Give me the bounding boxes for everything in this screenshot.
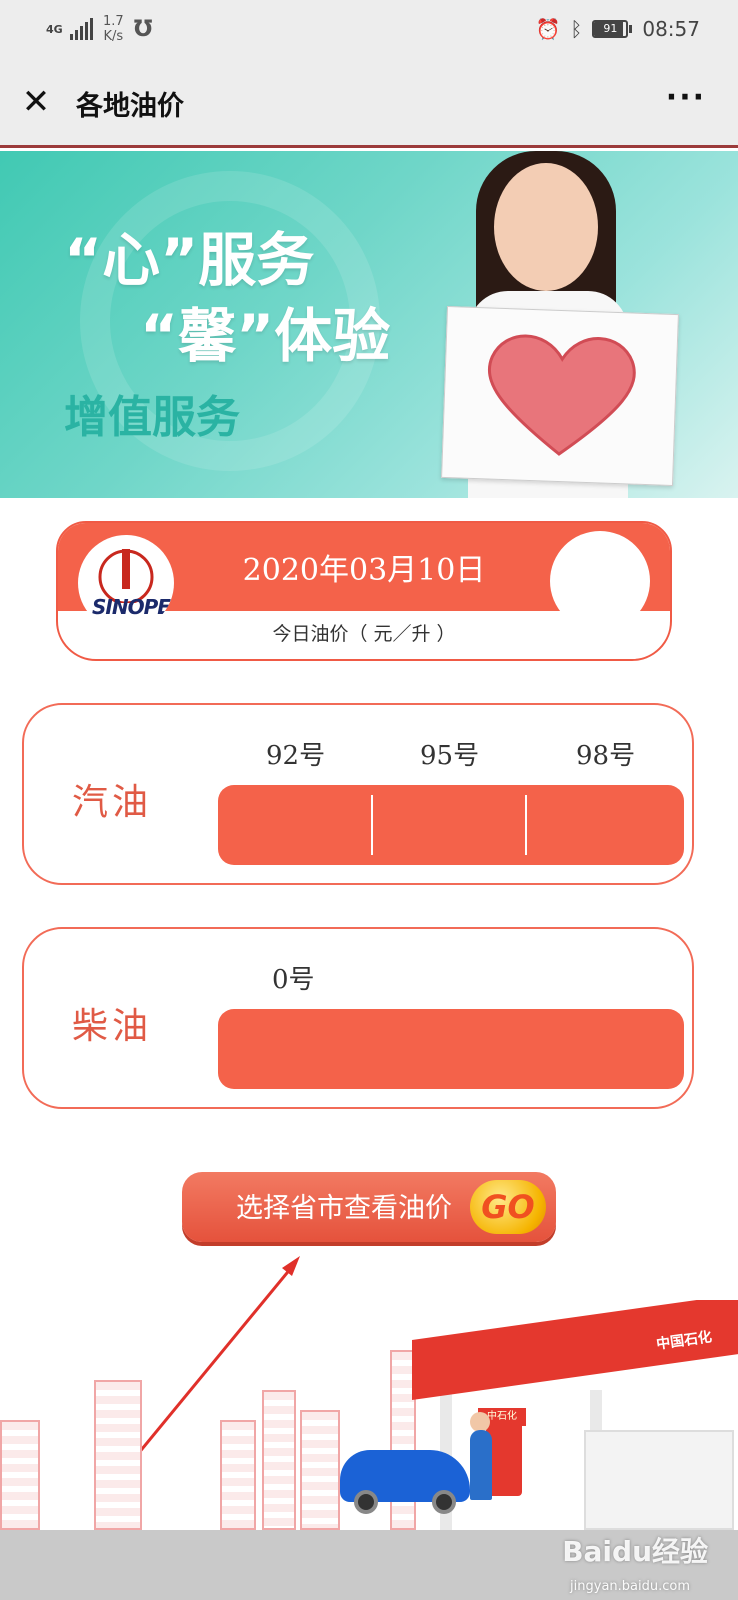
station-canopy: [412, 1300, 738, 1400]
select-region-label: 选择省市查看油价: [236, 1193, 452, 1224]
sinopec-logo: SINOPEC: [78, 535, 174, 631]
status-left: 4G 1.7 K/s Ʊ: [46, 14, 152, 44]
watermark-url: jingyan.baidu.com: [570, 1579, 690, 1594]
signal-icon: [70, 18, 93, 40]
price-unit-label: 今日油价（ 元／升 ）: [272, 623, 456, 645]
clock: 08:57: [642, 17, 700, 41]
building: [0, 1420, 40, 1530]
bar-divider: [525, 795, 527, 855]
page-title: 各地油价: [76, 91, 184, 122]
network-type: 4G: [46, 22, 63, 36]
alarm-icon: ⏰: [535, 17, 561, 41]
banner-line-2: “馨”体验: [140, 302, 391, 370]
heart-drawing: [441, 306, 679, 486]
gas-station-illustration: 中国石化 中石化 Baidu经验 jingyan.baidu.com: [0, 1300, 738, 1600]
gasoline-card: 汽油 92号 95号 98号: [22, 703, 694, 885]
diesel-title: 柴油: [72, 1006, 153, 1047]
sync-icon: Ʊ: [133, 16, 153, 42]
building: [94, 1380, 142, 1530]
more-icon[interactable]: ···: [666, 80, 706, 115]
decorative-circle: [550, 531, 650, 631]
network-speed: 1.7 K/s: [103, 14, 124, 44]
diesel-price-bar: [218, 1009, 684, 1089]
building: [262, 1390, 296, 1530]
sinopec-emblem-icon: [98, 549, 154, 603]
speed-unit: K/s: [103, 29, 124, 44]
station-shop: [584, 1430, 734, 1530]
banner-line-3: 增值服务: [64, 392, 240, 443]
heart-icon: [487, 334, 636, 456]
grade-0-label: 0号: [272, 965, 315, 995]
promo-banner[interactable]: “心”服务 “馨”体验 增值服务: [0, 151, 738, 498]
grade-92-label: 92号: [266, 741, 326, 771]
gasoline-price-bar: [218, 785, 684, 865]
grade-98-label: 98号: [576, 741, 636, 771]
status-bar: 4G 1.7 K/s Ʊ ⏰ ᛒ 91 08:57: [0, 0, 738, 62]
bluetooth-icon: ᛒ: [570, 17, 583, 41]
title-bar: ✕ 各地油价 ···: [0, 62, 738, 148]
watermark-brand: Baidu经验: [562, 1535, 708, 1568]
date-card: 2020年03月10日 SINOPEC 今日油价（ 元／升 ）: [56, 521, 672, 661]
diesel-card: 柴油 0号: [22, 927, 694, 1109]
attendant: [470, 1430, 492, 1500]
battery-level: 91: [603, 22, 618, 35]
banner-line-1: “心”服务: [64, 226, 315, 294]
car-icon: [340, 1450, 470, 1514]
gasoline-title: 汽油: [72, 782, 153, 823]
go-badge: GO: [470, 1180, 546, 1234]
grade-95-label: 95号: [420, 741, 480, 771]
logo-text: SINOPEC: [92, 595, 174, 619]
building: [220, 1420, 256, 1530]
battery-icon: 91: [592, 20, 633, 38]
building: [300, 1410, 340, 1530]
select-region-button[interactable]: 选择省市查看油价 GO: [182, 1172, 556, 1242]
close-icon[interactable]: ✕: [18, 84, 54, 120]
bar-divider: [371, 795, 373, 855]
speed-value: 1.7: [103, 14, 124, 29]
attendant-head: [470, 1412, 490, 1432]
status-right: ⏰ ᛒ 91 08:57: [535, 17, 700, 41]
